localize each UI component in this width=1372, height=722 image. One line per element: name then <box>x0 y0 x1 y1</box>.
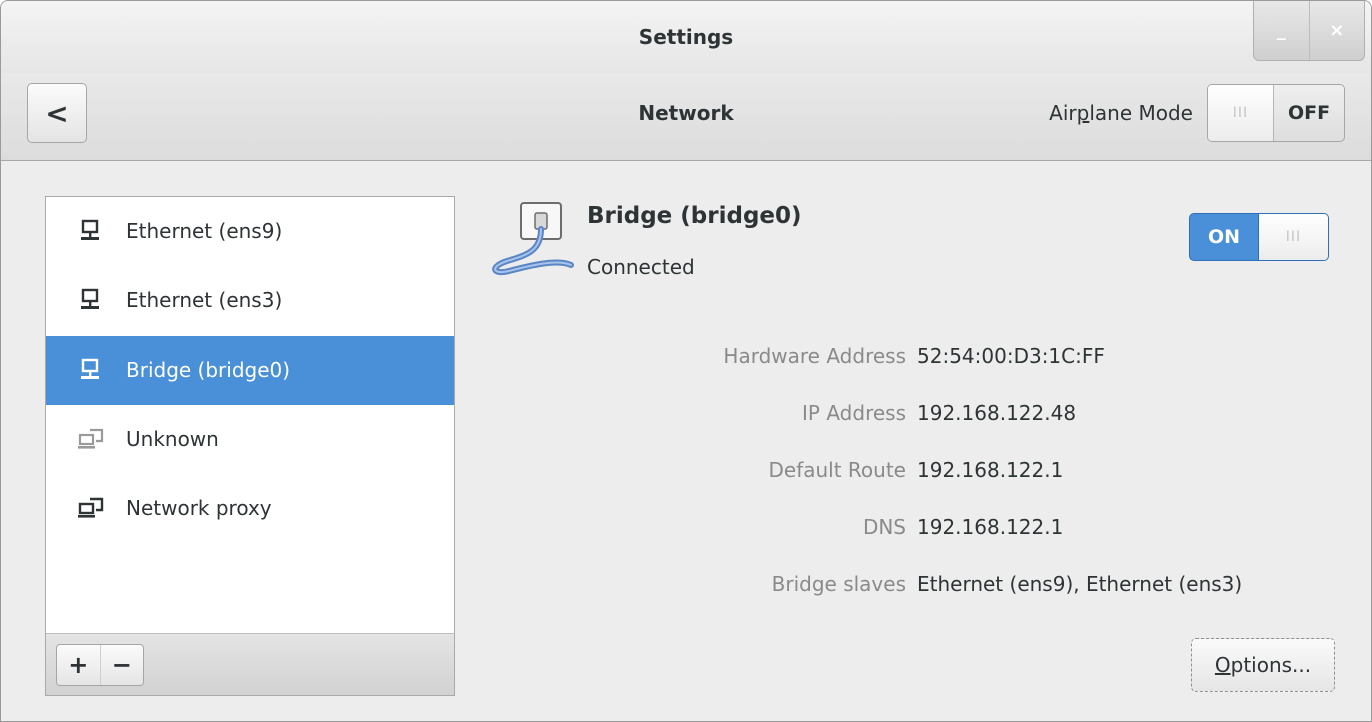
switch-knob[interactable]: III <box>1258 214 1328 260</box>
window-controls: _ × <box>1253 1 1365 61</box>
window-title: Settings <box>638 25 734 49</box>
wired-network-icon <box>81 288 99 309</box>
sidebar-item-label: Ethernet (ens9) <box>126 219 283 243</box>
settings-window: Settings _ × < Network Airplane Mode III… <box>0 0 1372 722</box>
detail-value: 52:54:00:D3:1C:FF <box>917 344 1105 368</box>
remove-button[interactable]: − <box>99 645 144 685</box>
add-remove-group: + − <box>56 644 144 686</box>
detail-label: Hardware Address <box>723 344 906 368</box>
detail-label: DNS <box>862 515 906 539</box>
switch-state-label: ON <box>1207 226 1241 248</box>
detail-value: 192.168.122.1 <box>917 515 1064 539</box>
wired-network-icon <box>81 219 99 240</box>
device-name: Bridge (bridge0) <box>587 203 802 229</box>
device-list: Ethernet (ens9) Ethernet (ens3) Bridge (… <box>45 196 455 696</box>
wired-connection-icon <box>492 202 574 275</box>
list-toolbar: + − <box>46 633 454 695</box>
detail-row-ip-address: IP Address 192.168.122.48 <box>1 401 1371 431</box>
detail-label: Default Route <box>768 458 907 482</box>
detail-value: 192.168.122.1 <box>917 458 1064 482</box>
options-button[interactable]: Options... <box>1191 638 1335 692</box>
sidebar-item-label: Ethernet (ens3) <box>126 288 283 312</box>
sidebar-item-ethernet-ens9[interactable]: Ethernet (ens9) <box>46 197 454 266</box>
minimize-button[interactable]: _ <box>1254 1 1309 60</box>
connection-status: Connected <box>587 255 695 279</box>
header-bar: < Network Airplane Mode III OFF <box>1 73 1371 161</box>
detail-value: 192.168.122.48 <box>917 401 1077 425</box>
sidebar-item-ethernet-ens3[interactable]: Ethernet (ens3) <box>46 266 454 335</box>
detail-row-default-route: Default Route 192.168.122.1 <box>1 458 1371 488</box>
close-button[interactable]: × <box>1308 1 1365 60</box>
add-button[interactable]: + <box>57 645 100 685</box>
title-bar[interactable]: Settings _ × <box>1 1 1371 73</box>
detail-value: Ethernet (ens9), Ethernet (ens3) <box>917 572 1243 596</box>
airplane-mode-label: Airplane Mode <box>1049 101 1193 125</box>
device-power-switch[interactable]: ON III <box>1189 213 1329 261</box>
detail-row-bridge-slaves: Bridge slaves Ethernet (ens9), Ethernet … <box>1 572 1371 602</box>
detail-label: Bridge slaves <box>771 572 906 596</box>
switch-knob[interactable]: III <box>1208 85 1274 141</box>
detail-row-dns: DNS 192.168.122.1 <box>1 515 1371 545</box>
switch-state-label: OFF <box>1287 102 1331 124</box>
detail-row-hardware-address: Hardware Address 52:54:00:D3:1C:FF <box>1 344 1371 374</box>
airplane-mode-switch[interactable]: III OFF <box>1207 84 1345 142</box>
detail-label: IP Address <box>802 401 906 425</box>
